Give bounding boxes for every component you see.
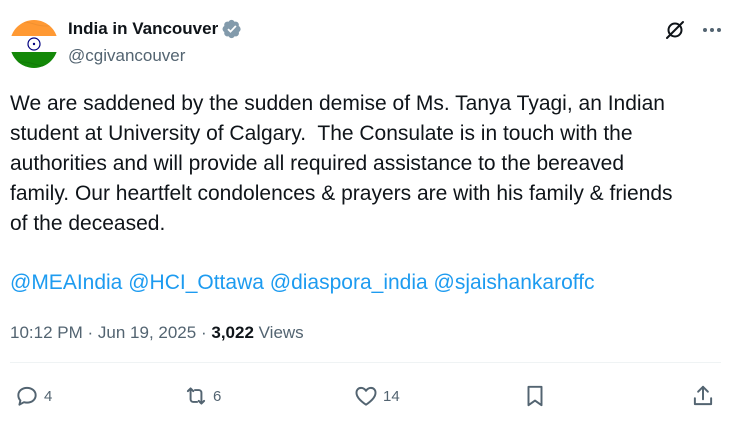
- views-count: 3,022: [211, 323, 254, 342]
- like-button[interactable]: 14: [353, 383, 400, 409]
- tweet-meta: 10:12 PM · Jun 19, 2025 · 3,022 Views: [10, 322, 304, 344]
- tweet-mentions: @MEAIndia @HCI_Ottawa @diaspora_india @s…: [10, 268, 595, 298]
- author-name-row[interactable]: India in Vancouver: [68, 18, 242, 40]
- like-icon: [355, 386, 377, 406]
- meta-separator: ·: [87, 323, 94, 342]
- verified-badge-icon[interactable]: [222, 19, 242, 39]
- avatar[interactable]: [10, 20, 58, 68]
- like-count: 14: [383, 387, 400, 405]
- bookmark-button[interactable]: [522, 383, 548, 409]
- grok-icon[interactable]: [663, 18, 687, 42]
- share-icon: [693, 385, 713, 406]
- author-handle[interactable]: @cgivancouver: [68, 45, 185, 67]
- divider: [10, 362, 721, 363]
- mention-link[interactable]: @sjaishankaroffc: [434, 271, 595, 294]
- more-options-icon[interactable]: [700, 18, 724, 42]
- retweet-count: 6: [213, 387, 222, 405]
- mention-link[interactable]: @HCI_Ottawa: [128, 271, 264, 294]
- views-label: Views: [258, 323, 304, 342]
- reply-count: 4: [44, 387, 53, 405]
- reply-icon: [17, 386, 37, 406]
- reply-button[interactable]: 4: [14, 383, 52, 409]
- india-flag-icon: [10, 20, 58, 68]
- author-display-name[interactable]: India in Vancouver: [68, 18, 218, 40]
- bookmark-icon: [527, 385, 543, 407]
- tweet-time[interactable]: 10:12 PM: [10, 323, 83, 342]
- share-button[interactable]: [690, 383, 716, 409]
- retweet-icon: [186, 387, 206, 405]
- tweet-date[interactable]: Jun 19, 2025: [98, 323, 196, 342]
- meta-separator: ·: [200, 323, 207, 342]
- tweet-text: We are saddened by the sudden demise of …: [10, 92, 673, 235]
- mention-link[interactable]: @MEAIndia: [10, 271, 122, 294]
- retweet-button[interactable]: 6: [183, 383, 221, 409]
- mention-link[interactable]: @diaspora_india: [270, 271, 428, 294]
